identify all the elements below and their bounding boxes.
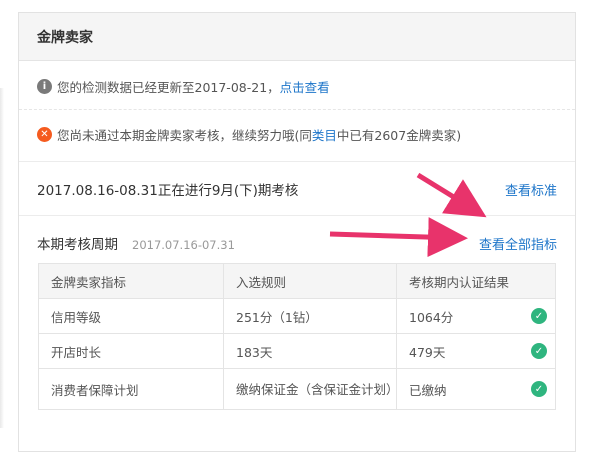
error-x-icon: ✕ — [37, 126, 52, 142]
table-header-row: 金牌卖家指标 入选规则 考核期内认证结果 — [38, 263, 556, 299]
failed-notice: ✕ 您尚未通过本期金牌卖家考核，继续努力哦(同 类目 中已有2607金牌卖家) — [19, 121, 575, 147]
table-row: 信用等级 251分（1钻） 1064分 ✓ — [38, 298, 556, 334]
header-metric: 金牌卖家指标 — [38, 263, 224, 299]
table-row: 消费者保障计划 缴纳保证金（含保证金计划） 已缴纳 ✓ — [38, 368, 556, 410]
cycle-dates: 2017.07.16-07.31 — [132, 238, 235, 252]
gold-seller-panel: 金牌卖家 i 您的检测数据已经更新至2017-08-21， 点击查看 ✕ 您尚未… — [18, 12, 576, 452]
view-standard-link[interactable]: 查看标准 — [505, 180, 557, 199]
category-link[interactable]: 类目 — [312, 125, 337, 144]
update-notice-text: 您的检测数据已经更新至2017-08-21， — [57, 79, 280, 95]
left-edge-shadow — [0, 88, 4, 428]
panel-title: 金牌卖家 — [19, 13, 575, 61]
divider — [19, 215, 575, 216]
failed-notice-text-after: 中已有2607金牌卖家) — [336, 127, 462, 143]
cycle-label: 本期考核周期 — [37, 237, 118, 253]
divider — [19, 161, 575, 162]
info-icon: i — [37, 78, 52, 94]
header-result: 考核期内认证结果 — [396, 263, 556, 299]
result-cell: 1064分 — [409, 309, 454, 325]
view-all-metrics-link[interactable]: 查看全部指标 — [479, 234, 557, 253]
header-rule: 入选规则 — [223, 263, 397, 299]
divider — [19, 109, 575, 110]
metrics-table: 金牌卖家指标 入选规则 考核期内认证结果 信用等级 251分（1钻） 1064分… — [38, 263, 556, 410]
failed-notice-text-before: 您尚未通过本期金牌卖家考核，继续努力哦(同 — [57, 127, 312, 143]
update-notice: i 您的检测数据已经更新至2017-08-21， 点击查看 — [19, 73, 575, 99]
metric-cell: 开店时长 — [38, 333, 224, 369]
rule-cell: 251分（1钻） — [223, 298, 397, 334]
table-row: 开店时长 183天 479天 ✓ — [38, 333, 556, 369]
check-circle-icon: ✓ — [531, 308, 547, 324]
result-cell: 已缴纳 — [409, 382, 447, 398]
rule-cell: 183天 — [223, 333, 397, 369]
check-circle-icon: ✓ — [531, 343, 547, 359]
check-circle-icon: ✓ — [531, 381, 547, 397]
metric-cell: 信用等级 — [38, 298, 224, 334]
current-period-row: 2017.08.16-08.31正在进行9月(下)期考核 查看标准 — [19, 175, 575, 203]
current-period-text: 2017.08.16-08.31正在进行9月(下)期考核 — [37, 183, 299, 199]
result-cell: 479天 — [409, 344, 446, 360]
view-details-link[interactable]: 点击查看 — [280, 77, 330, 96]
rule-cell: 缴纳保证金（含保证金计划） — [223, 368, 399, 410]
assessment-cycle-row: 本期考核周期 2017.07.16-07.31 查看全部指标 — [19, 229, 575, 257]
metric-cell: 消费者保障计划 — [38, 368, 224, 410]
